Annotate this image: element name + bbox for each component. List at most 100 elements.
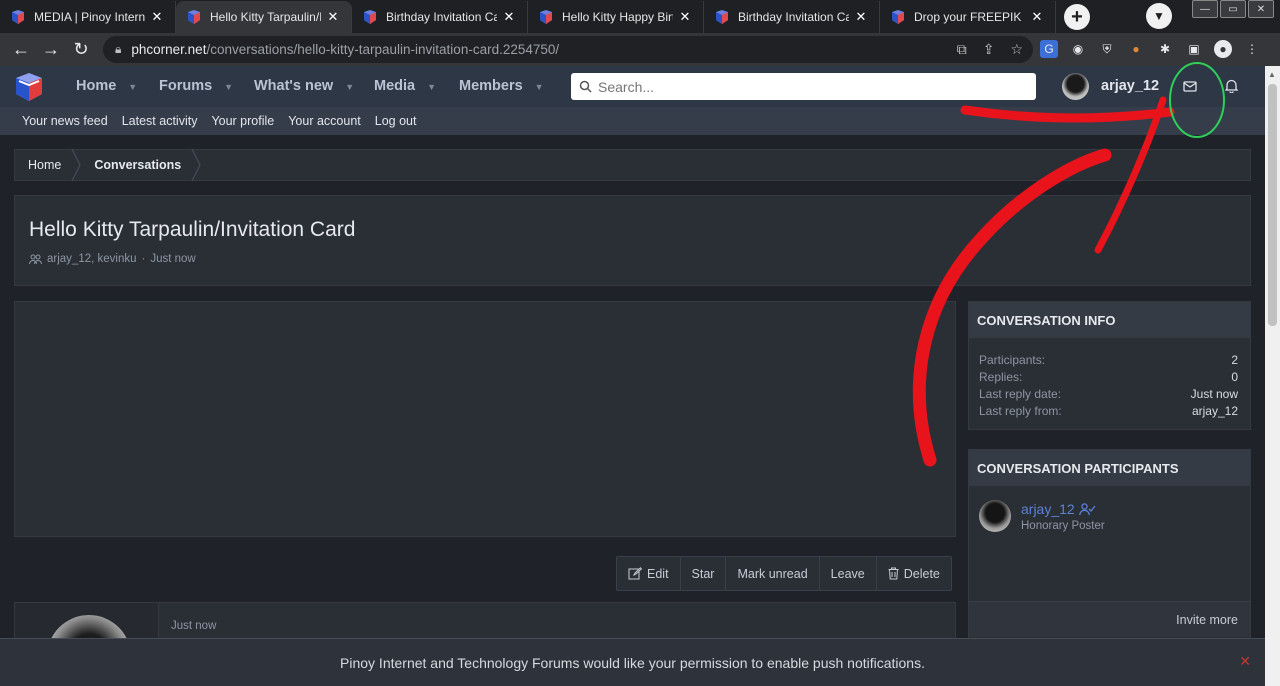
bottle-extension-icon[interactable]: ● xyxy=(1127,40,1145,58)
browser-tab-active[interactable]: Hello Kitty Tarpaulin/Inv ✕ xyxy=(176,1,352,33)
chevron-down-icon[interactable]: ▼ xyxy=(427,82,436,92)
breadcrumb-separator-icon xyxy=(191,149,201,181)
post-time: Just now xyxy=(171,620,217,632)
inbox-button[interactable] xyxy=(1176,72,1204,100)
tab-close-icon[interactable]: ✕ xyxy=(853,9,869,25)
info-value-user-link[interactable]: arjay_12 xyxy=(1192,404,1238,418)
alerts-button[interactable] xyxy=(1217,72,1245,100)
info-value: Just now xyxy=(1190,386,1238,401)
star-button[interactable]: Star xyxy=(681,557,727,590)
window-close-icon[interactable]: ✕ xyxy=(1248,0,1274,18)
subnav-log-out[interactable]: Log out xyxy=(375,114,417,128)
back-arrow-icon[interactable]: ← xyxy=(6,39,36,60)
delete-button[interactable]: Delete xyxy=(877,557,951,590)
username-link[interactable]: arjay_12 xyxy=(1101,78,1159,94)
browser-tab[interactable]: Hello Kitty Happy Birth ✕ xyxy=(528,1,704,33)
avatar[interactable] xyxy=(1062,73,1089,100)
subnav-news-feed[interactable]: Your news feed xyxy=(22,114,108,128)
tab-close-icon[interactable]: ✕ xyxy=(149,9,165,25)
tab-close-icon[interactable]: ✕ xyxy=(325,9,341,25)
scroll-up-arrow-icon[interactable]: ▲ xyxy=(1268,70,1276,79)
subnav-your-account[interactable]: Your account xyxy=(288,114,361,128)
chevron-down-icon[interactable]: ▼ xyxy=(128,82,137,92)
site-search[interactable] xyxy=(571,73,1036,100)
info-label: Replies: xyxy=(979,369,1023,384)
phcorner-favicon-icon xyxy=(12,10,24,24)
chevron-down-icon[interactable]: ▼ xyxy=(345,82,354,92)
info-row: Replies: 0 xyxy=(969,368,1250,385)
search-input[interactable] xyxy=(598,78,1018,95)
profile-icon[interactable]: ● xyxy=(1214,40,1232,58)
mark-unread-button[interactable]: Mark unread xyxy=(726,557,820,590)
info-row: Last reply from: arjay_12 xyxy=(969,402,1250,419)
conversation-header: Hello Kitty Tarpaulin/Invitation Card ar… xyxy=(14,195,1251,286)
envelope-icon xyxy=(1183,80,1197,92)
participant-name[interactable]: arjay_12 xyxy=(1021,501,1096,517)
tab-title: MEDIA | Pinoy Internet xyxy=(34,10,145,24)
maximize-icon[interactable]: ▭ xyxy=(1220,0,1246,18)
camera-extension-icon[interactable]: ◉ xyxy=(1069,40,1087,58)
info-label: Participants: xyxy=(979,352,1046,367)
nav-home[interactable]: Home ▼ xyxy=(76,78,137,94)
edit-button[interactable]: Edit xyxy=(617,557,681,590)
close-icon[interactable]: ✕ xyxy=(1239,653,1251,670)
side-panel-icon[interactable]: ▣ xyxy=(1185,40,1203,58)
invite-more-label: Invite more xyxy=(1176,612,1238,627)
tab-close-icon[interactable]: ✕ xyxy=(501,9,517,25)
phcorner-favicon-icon xyxy=(364,10,376,24)
subnav-latest-activity[interactable]: Latest activity xyxy=(122,114,198,128)
browser-tab[interactable]: Birthday Invitation Card ✕ xyxy=(704,1,880,33)
leave-label: Leave xyxy=(830,566,865,581)
invite-more-button[interactable]: Invite more xyxy=(969,601,1250,637)
scrollbar-thumb[interactable] xyxy=(1268,84,1277,326)
page-title: Hello Kitty Tarpaulin/Invitation Card xyxy=(29,218,356,241)
chevron-down-icon[interactable]: ▼ xyxy=(224,82,233,92)
phcorner-logo-icon[interactable] xyxy=(13,71,45,103)
participant-item: arjay_12 Honorary Poster xyxy=(969,495,1250,547)
nav-whats-new[interactable]: What's new ▼ xyxy=(254,78,354,94)
nav-members[interactable]: Members ▼ xyxy=(459,78,544,94)
chevron-down-icon[interactable]: ▼ xyxy=(535,82,544,92)
breadcrumb-home[interactable]: Home xyxy=(15,149,81,181)
tab-close-icon[interactable]: ✕ xyxy=(1029,9,1045,25)
tab-title: Hello Kitty Tarpaulin/Inv xyxy=(210,10,321,24)
url-host: phcorner.net xyxy=(131,42,207,57)
info-label: Last reply date: xyxy=(979,386,1062,401)
conversation-time: Just now xyxy=(150,253,196,265)
breadcrumb-home-label: Home xyxy=(28,158,62,172)
breadcrumb-separator-icon xyxy=(71,149,81,181)
breadcrumb-conversations[interactable]: Conversations xyxy=(81,149,201,181)
participant-rank: Honorary Poster xyxy=(1021,520,1105,532)
nav-forums[interactable]: Forums ▼ xyxy=(159,78,233,94)
open-external-icon[interactable]: ⧉ xyxy=(957,41,967,58)
nav-media[interactable]: Media ▼ xyxy=(374,78,436,94)
translate-extension-icon[interactable]: G xyxy=(1040,40,1058,58)
subnav-your-profile[interactable]: Your profile xyxy=(211,114,274,128)
extensions-puzzle-icon[interactable]: ✱ xyxy=(1156,40,1174,58)
new-tab-plus-icon[interactable]: + xyxy=(1064,4,1090,30)
page-scrollbar[interactable]: ▲ xyxy=(1265,66,1280,686)
browser-tab[interactable]: MEDIA | Pinoy Internet ✕ xyxy=(0,1,176,33)
address-bar[interactable]: 🔒︎ phcorner.net /conversations/hello-kit… xyxy=(103,36,1033,63)
message-content-area xyxy=(14,301,956,537)
conversation-info-panel: CONVERSATION INFO Participants: 2 Replies… xyxy=(968,301,1251,430)
conversation-meta: arjay_12, kevinku · Just now xyxy=(29,253,196,265)
avatar[interactable] xyxy=(979,500,1011,532)
forward-arrow-icon[interactable]: → xyxy=(36,39,66,60)
browser-tab[interactable]: Birthday Invitation Card ✕ xyxy=(352,1,528,33)
reload-icon[interactable]: ↻ xyxy=(66,39,96,60)
tab-search-chevron-icon[interactable]: ▼ xyxy=(1146,3,1172,29)
participants-meta[interactable]: arjay_12, kevinku xyxy=(47,253,137,265)
tab-close-icon[interactable]: ✕ xyxy=(677,9,693,25)
tab-title: Drop your FREEPIK requ xyxy=(914,10,1025,24)
main-content: Home Conversations Hello Kitty Tarpaulin… xyxy=(0,135,1265,686)
browser-tab[interactable]: Drop your FREEPIK requ ✕ xyxy=(880,1,1056,33)
browser-menu-icon[interactable]: ⋮ xyxy=(1243,40,1261,58)
leave-button[interactable]: Leave xyxy=(820,557,877,590)
info-label: Last reply from: xyxy=(979,403,1062,418)
share-icon[interactable]: ⇪ xyxy=(983,41,995,58)
nav-media-label: Media xyxy=(374,78,416,94)
minimize-icon[interactable]: — xyxy=(1192,0,1218,18)
bookmark-star-icon[interactable]: ☆ xyxy=(1010,41,1023,58)
shield-extension-icon[interactable]: ⛨ xyxy=(1098,40,1116,58)
